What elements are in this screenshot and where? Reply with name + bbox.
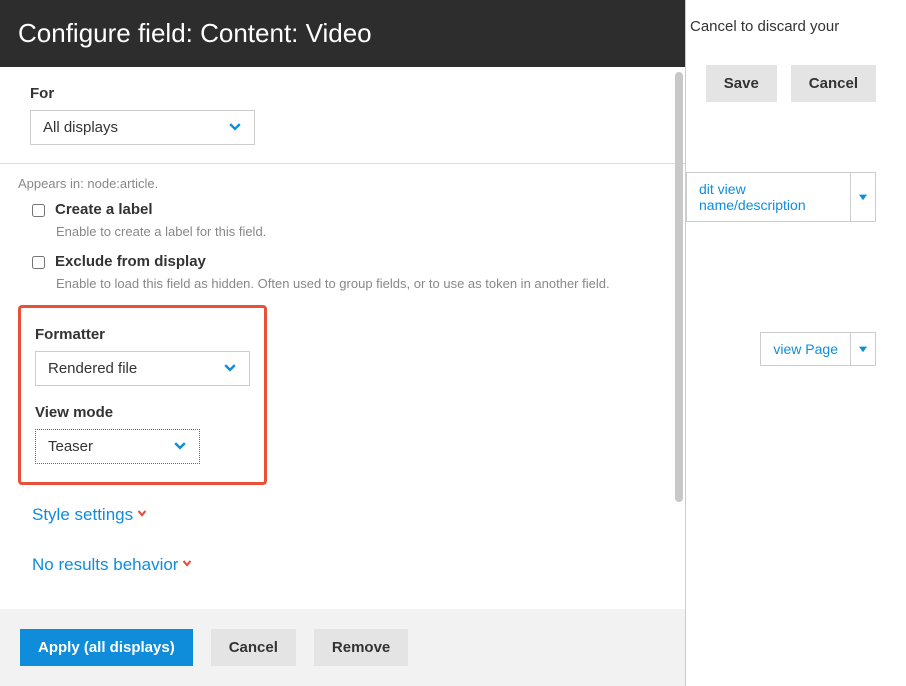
view-page-button[interactable]: view Page: [760, 332, 876, 366]
formatter-label: Formatter: [35, 326, 250, 343]
style-settings-toggle[interactable]: Style settings: [32, 505, 667, 525]
edit-view-name-button[interactable]: dit view name/description: [686, 172, 876, 222]
exclude-display-text[interactable]: Exclude from display: [55, 253, 206, 270]
bg-button-row: Save Cancel: [686, 65, 876, 102]
modal-actions: Apply (all displays) Cancel Remove: [0, 609, 685, 686]
scrollbar[interactable]: [675, 72, 683, 502]
edit-view-name-label: dit view name/description: [687, 173, 851, 221]
chevron-down-icon: [135, 505, 149, 525]
no-results-toggle[interactable]: No results behavior: [32, 555, 667, 575]
view-mode-label: View mode: [35, 404, 250, 421]
apply-button[interactable]: Apply (all displays): [20, 629, 193, 666]
style-settings-label: Style settings: [32, 505, 133, 525]
view-page-dropdown[interactable]: [851, 333, 875, 365]
view-mode-select[interactable]: Teaser: [35, 429, 200, 464]
remove-button[interactable]: Remove: [314, 629, 408, 666]
appears-in-text: Appears in: node:article.: [18, 176, 667, 191]
bg-cancel-button[interactable]: Cancel: [791, 65, 876, 102]
for-label: For: [30, 85, 655, 102]
create-label-checkbox[interactable]: [32, 204, 45, 217]
for-section: For All displays: [0, 67, 685, 163]
create-label-text[interactable]: Create a label: [55, 201, 153, 218]
formatter-highlight-box: Formatter Rendered file View mode Teaser: [18, 305, 267, 485]
background-panel: Cancel to discard your Save Cancel dit v…: [686, 0, 906, 366]
exclude-display-checkbox[interactable]: [32, 256, 45, 269]
no-results-label: No results behavior: [32, 555, 178, 575]
exclude-display-description: Enable to load this field as hidden. Oft…: [56, 276, 667, 291]
formatter-select[interactable]: Rendered file: [35, 351, 250, 386]
chevron-down-icon: [180, 555, 194, 575]
for-select[interactable]: All displays: [30, 110, 255, 145]
edit-view-name-dropdown[interactable]: [851, 173, 875, 221]
view-page-label: view Page: [761, 333, 851, 365]
bg-save-button[interactable]: Save: [706, 65, 777, 102]
modal-title: Configure field: Content: Video: [0, 0, 685, 67]
create-label-description: Enable to create a label for this field.: [56, 224, 667, 239]
bg-hint-text: Cancel to discard your: [686, 18, 876, 35]
cancel-button[interactable]: Cancel: [211, 629, 296, 666]
modal-body: Appears in: node:article. Create a label…: [0, 164, 685, 599]
configure-field-modal: Configure field: Content: Video For All …: [0, 0, 686, 686]
